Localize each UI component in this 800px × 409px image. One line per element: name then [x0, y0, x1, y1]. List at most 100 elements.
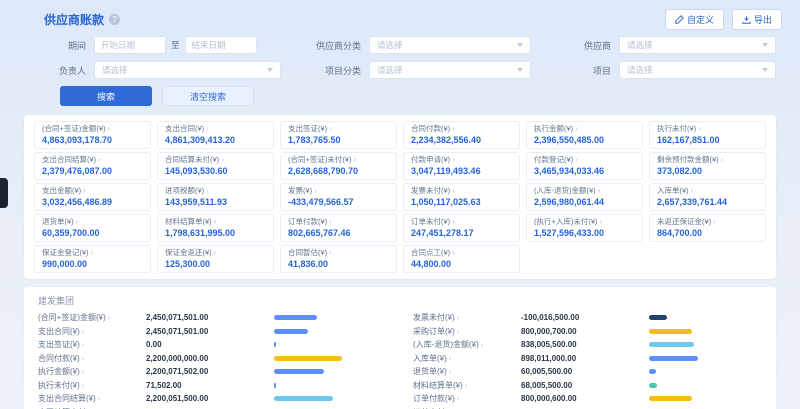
stat-cell[interactable]: 支出合同结算(¥) › 2,379,476,087.00: [34, 152, 151, 180]
stat-cell[interactable]: 发票(¥) › -433,479,566.57: [280, 183, 397, 211]
stat-cell[interactable]: 支出签证(¥) › 1,783,765.50: [280, 121, 397, 149]
stat-cell[interactable]: 入库单(¥) › 2,657,339,761.44: [649, 183, 766, 211]
detail-row-label[interactable]: (入库-退货)金额(¥) ›: [413, 339, 521, 350]
stat-value: 2,657,339,761.44: [657, 196, 758, 208]
stat-value: -433,479,566.57: [288, 196, 389, 208]
stat-cell[interactable]: 发票未付(¥) › 1,050,117,025.63: [403, 183, 520, 211]
stat-cell[interactable]: (合同+签证)金额(¥) › 4,863,093,178.70: [34, 121, 151, 149]
stat-cell[interactable]: 保证金登记(¥) › 990,000.00: [34, 245, 151, 273]
detail-row-label[interactable]: 执行未付(¥) ›: [38, 380, 146, 391]
detail-row-label[interactable]: 合同付款(¥) ›: [38, 353, 146, 364]
detail-row-label[interactable]: 采购订单(¥) ›: [413, 326, 521, 337]
stat-cell[interactable]: 未返还保证金(¥) › 864,700.00: [649, 214, 766, 242]
stat-cell[interactable]: (执行+入库)未付(¥) › 1,527,596,433.00: [526, 214, 643, 242]
detail-row-bar-fill: [274, 369, 324, 374]
stat-value: 373,082.00: [657, 165, 758, 177]
detail-row-label[interactable]: 支出签证(¥) ›: [38, 339, 146, 350]
stat-label: 订单付款(¥) ›: [288, 217, 389, 227]
stat-label: 进项税额(¥) ›: [165, 186, 266, 196]
stat-value: 162,167,851.00: [657, 134, 758, 146]
chevron-right-icon: ›: [329, 248, 332, 258]
stat-cell[interactable]: 退货单(¥) › 60,359,700.00: [34, 214, 151, 242]
stat-cell[interactable]: 执行金额(¥) › 2,396,550,485.00: [526, 121, 643, 149]
detail-row-label[interactable]: 入库单(¥) ›: [413, 353, 521, 364]
stat-label: 未返还保证金(¥) ›: [657, 217, 758, 227]
header: 供应商账款 ? 自定义 导出: [0, 0, 800, 34]
stat-cell[interactable]: 支出金额(¥) › 3,032,456,486.89: [34, 183, 151, 211]
stat-cell[interactable]: 进项税额(¥) › 143,959,511.93: [157, 183, 274, 211]
detail-row-label[interactable]: 材料结算单(¥) ›: [413, 380, 521, 391]
stat-cell[interactable]: 材料结算单(¥) › 1,798,631,995.00: [157, 214, 274, 242]
stat-cell[interactable]: 合同付款(¥) › 2,234,382,556.40: [403, 121, 520, 149]
detail-row-label[interactable]: 支出合同结算(¥) ›: [38, 393, 146, 404]
page-title: 供应商账款: [44, 11, 104, 28]
stat-cell[interactable]: 订单未付(¥) › 247,451,278.17: [403, 214, 520, 242]
chevron-right-icon: ›: [82, 354, 85, 363]
stat-cell[interactable]: 保证金返还(¥) › 125,300.00: [157, 245, 274, 273]
supplier-category-placeholder: 请选择: [377, 39, 403, 51]
stat-value: 4,861,309,413.20: [165, 134, 266, 146]
detail-row-label[interactable]: (合同+签证)金额(¥) ›: [38, 312, 146, 323]
stat-label-text: 支出合同结算(¥): [42, 155, 96, 165]
search-button[interactable]: 搜索: [60, 86, 152, 106]
detail-row-label[interactable]: 支出合同(¥) ›: [38, 326, 146, 337]
stat-cell[interactable]: 支出合同(¥) › 4,861,309,413.20: [157, 121, 274, 149]
help-icon[interactable]: ?: [109, 14, 120, 25]
detail-row-value: 800,000,600.00: [521, 394, 649, 403]
detail-row-value: 2,200,051,500.00: [146, 394, 274, 403]
export-button-label: 导出: [754, 13, 772, 26]
detail-row-bar: [649, 315, 762, 320]
stat-value: 2,379,476,087.00: [42, 165, 143, 177]
export-button[interactable]: 导出: [732, 9, 782, 30]
detail-columns: (合同+签证)金额(¥) › 2,450,071,501.00 支出合同(¥) …: [38, 311, 762, 409]
detail-row: (合同+签证)金额(¥) › 2,450,071,501.00: [38, 311, 387, 325]
detail-row: 退货单(¥) › 60,005,500.00: [413, 365, 762, 379]
detail-row-value: 800,000,700.00: [521, 327, 649, 336]
stat-label-text: 合同结算未付(¥): [165, 155, 219, 165]
detail-row-label-text: 退货单(¥): [413, 366, 447, 377]
chevron-down-icon: [517, 68, 523, 72]
stat-cell[interactable]: 合同点工(¥) › 44,800.00: [403, 245, 520, 273]
owner-select[interactable]: 请选择: [94, 61, 281, 79]
stat-cell[interactable]: 合同结算未付(¥) › 145,093,530.60: [157, 152, 274, 180]
stat-cell[interactable]: 付款申请(¥) › 3,047,119,493.46: [403, 152, 520, 180]
stat-label-text: (入库-退货)金额(¥): [534, 186, 596, 196]
supplier-category-select[interactable]: 请选择: [369, 36, 531, 54]
stat-cell[interactable]: (入库-退货)金额(¥) › 2,596,980,061.44: [526, 183, 643, 211]
stat-label-text: 执行金额(¥): [534, 124, 573, 134]
stat-value: 3,047,119,493.46: [411, 165, 512, 177]
stat-value: 1,798,631,995.00: [165, 227, 266, 239]
chevron-right-icon: ›: [449, 367, 452, 376]
stat-value: 1,527,596,433.00: [534, 227, 635, 239]
start-date-input[interactable]: [94, 36, 166, 54]
stat-label: (入库-退货)金额(¥) ›: [534, 186, 635, 196]
stat-cell[interactable]: 订单付款(¥) › 802,665,767.46: [280, 214, 397, 242]
stat-cell[interactable]: 付款登记(¥) › 3,465,934,033.46: [526, 152, 643, 180]
drawer-handle[interactable]: [0, 178, 8, 208]
stat-cell[interactable]: 合同暂估(¥) › 41,836.00: [280, 245, 397, 273]
clear-search-button[interactable]: 清空搜索: [162, 86, 254, 106]
detail-row-label[interactable]: 退货单(¥) ›: [413, 366, 521, 377]
detail-row-bar: [649, 342, 762, 347]
edit-icon: [675, 15, 684, 24]
chevron-right-icon: ›: [452, 248, 455, 258]
stat-cell[interactable]: (合同+签证)未付(¥) › 2,628,668,790.70: [280, 152, 397, 180]
detail-row-bar: [274, 369, 387, 374]
detail-row: 合同付款(¥) › 2,200,000,000.00: [38, 352, 387, 366]
end-date-input[interactable]: [185, 36, 257, 54]
chevron-right-icon: ›: [598, 186, 601, 196]
supplier-select[interactable]: 请选择: [619, 36, 776, 54]
detail-row-label[interactable]: 发票未付(¥) ›: [413, 312, 521, 323]
detail-row-label[interactable]: 订单付款(¥) ›: [413, 393, 521, 404]
stat-label-text: 支出合同(¥): [165, 124, 204, 134]
stat-label: (合同+签证)未付(¥) ›: [288, 155, 389, 165]
stat-value: 3,465,934,033.46: [534, 165, 635, 177]
stat-value: 41,836.00: [288, 258, 389, 270]
project-category-select[interactable]: 请选择: [369, 61, 531, 79]
detail-row: 订单未付(¥) › 45,700.00: [413, 406, 762, 409]
stat-cell[interactable]: 执行未付(¥) › 162,167,851.00: [649, 121, 766, 149]
stat-cell[interactable]: 剩余预付款金额(¥) › 373,082.00: [649, 152, 766, 180]
project-select[interactable]: 请选择: [619, 61, 776, 79]
detail-row-label[interactable]: 执行金额(¥) ›: [38, 366, 146, 377]
customize-button[interactable]: 自定义: [665, 9, 724, 30]
